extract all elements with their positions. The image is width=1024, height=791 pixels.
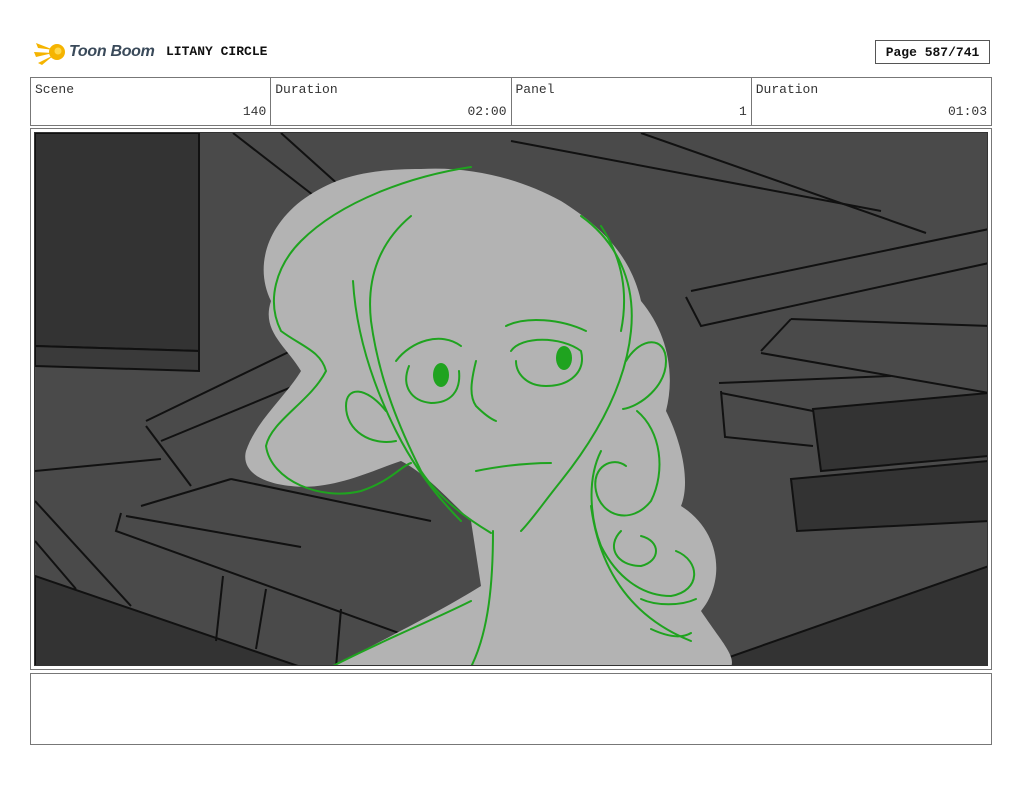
panel-cell: Panel 1 — [512, 78, 752, 125]
logo-text: Toon Boom — [69, 43, 155, 60]
panel-duration-cell: Duration 01:03 — [752, 78, 991, 125]
scene-duration-cell: Duration 02:00 — [271, 78, 512, 125]
scene-label: Scene — [35, 82, 75, 97]
storyboard-sketch — [35, 133, 987, 665]
scene-cell: Scene 140 — [31, 78, 272, 125]
panel-label: Panel — [515, 82, 555, 97]
storyboard-panel-image — [34, 132, 988, 666]
page-indicator: Page 587/741 — [875, 40, 990, 64]
notes-box — [30, 673, 992, 745]
panel-duration-value: 01:03 — [947, 104, 987, 119]
panel-duration-label: Duration — [755, 82, 819, 97]
scene-value: 140 — [242, 104, 267, 119]
panel-info-bar: Scene 140 Duration 02:00 Panel 1 Duratio… — [30, 77, 992, 126]
scene-duration-value: 02:00 — [467, 104, 507, 119]
scene-duration-label: Duration — [275, 82, 338, 97]
comet-icon — [34, 43, 65, 65]
toon-boom-logo: Toon Boom — [34, 36, 158, 68]
project-title: LITANY CIRCLE — [166, 44, 268, 59]
panel-value: 1 — [738, 104, 747, 119]
